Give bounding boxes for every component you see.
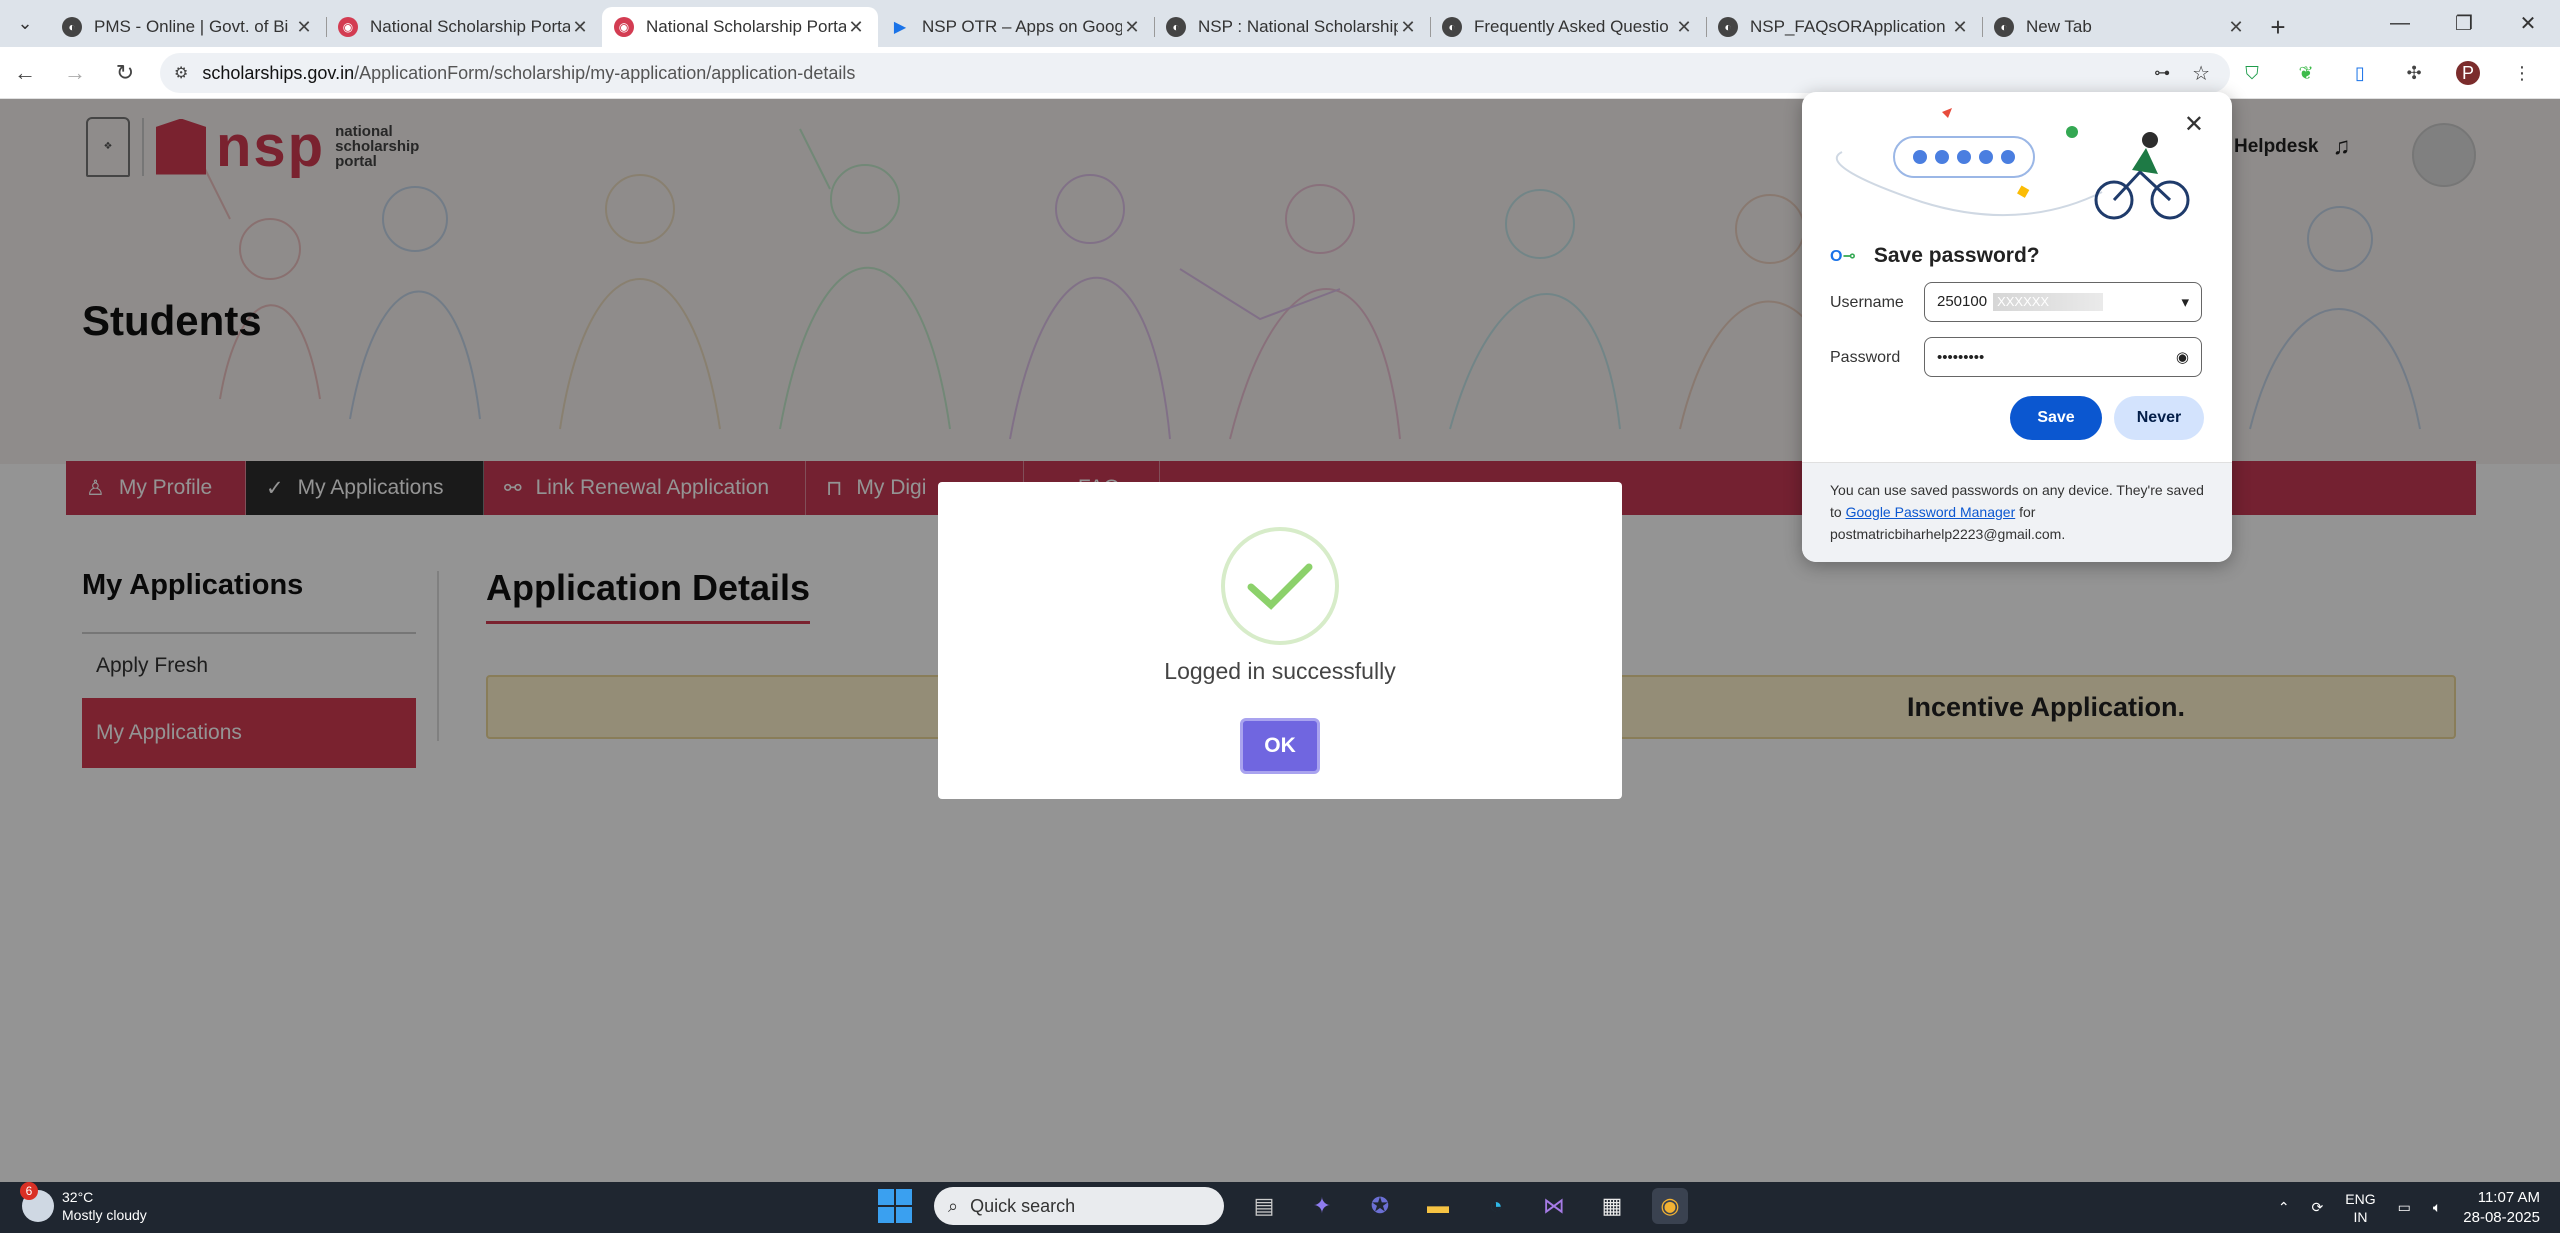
forward-arrow-icon[interactable]: → [50,60,100,86]
close-icon[interactable]: ✕ [1674,17,1694,38]
close-icon[interactable]: ✕ [2226,17,2246,38]
teams-icon[interactable]: ✪ [1362,1188,1398,1224]
language-indicator[interactable]: ENG IN [2345,1190,2375,1226]
close-icon[interactable]: ✕ [846,17,866,38]
minimize-icon[interactable]: — [2368,0,2432,47]
password-manager-link[interactable]: Google Password Manager [1846,504,2016,520]
password-illustration [1835,108,2190,220]
shield-extension-icon[interactable]: ⛉ [2240,61,2264,85]
window-controls: — ❐ ✕ [2368,0,2560,47]
tab-strip: ⌄ ◐ PMS - Online | Govt. of Bi ✕ ◉ Natio… [0,0,2560,47]
never-button[interactable]: Never [2114,396,2204,440]
windows-start-icon[interactable] [878,1189,912,1223]
save-password-button[interactable]: Save [2010,396,2102,440]
dialog-message: Logged in successfully [1164,658,1396,684]
task-view-icon[interactable]: ▤ [1246,1188,1282,1224]
browser-tab[interactable]: ◐ PMS - Online | Govt. of Bi ✕ [50,7,326,47]
globe-icon: ◐ [1442,17,1462,37]
close-icon[interactable]: ✕ [1398,17,1418,38]
browser-tab[interactable]: ◐ NSP : National Scholarship ✕ [1154,7,1430,47]
close-icon[interactable]: ✕ [1122,17,1142,38]
browser-tab[interactable]: ◐ NSP_FAQsORApplication ✕ [1706,7,1982,47]
username-redacted: XXXXXX [1993,293,2104,312]
new-tab-button[interactable]: + [2258,7,2298,47]
edge-icon[interactable]: ◔ [1478,1188,1514,1224]
globe-icon: ◐ [62,17,82,37]
bubble-footer: You can use saved passwords on any devic… [1802,462,2232,562]
system-tray: ⌃ ⟳ ENG IN ▭ 🔈︎ 11:07 AM 28-08-2025 [2278,1182,2540,1233]
browser-tab-active[interactable]: ◉ National Scholarship Porta ✕ [602,7,878,47]
browser-tab[interactable]: ◐ New Tab ✕ [1982,7,2258,47]
password-key-icon[interactable]: ⊶ [2154,63,2170,83]
clock[interactable]: 11:07 AM 28-08-2025 [2463,1188,2540,1228]
nsp-icon: ◉ [338,17,358,37]
reload-icon[interactable]: ↻ [100,60,150,86]
success-dialog: Logged in successfully OK [938,482,1622,799]
cloud-icon: 6 [20,1182,54,1222]
store-icon[interactable]: ▦ [1594,1188,1630,1224]
extensions-area: ⛉ ❦ ▯ ✣ P ⋮ [2240,47,2534,99]
taskbar-apps: ⌕ Quick search ▤ ✦ ✪ ▬ ◔ ⋈ ▦ ◉ [878,1187,1688,1225]
close-window-icon[interactable]: ✕ [2496,0,2560,47]
chevron-down-icon[interactable]: ▾ [2181,293,2189,311]
username-label: Username [1830,294,1904,311]
close-icon[interactable]: ✕ [294,17,314,38]
close-icon[interactable]: ✕ [570,17,590,38]
bubble-title: Save password? [1873,244,2040,267]
browser-tab[interactable]: ◉ National Scholarship Porta ✕ [326,7,602,47]
nsp-icon: ◉ [614,17,634,37]
play-icon: ▶ [893,19,907,36]
chrome-icon: ◐ [1994,17,2014,37]
profile-avatar[interactable]: P [2456,61,2480,85]
copilot-icon[interactable]: ✦ [1304,1188,1340,1224]
tab-search-button[interactable]: ⌄ [0,0,50,47]
username-field[interactable]: 250100 XXXXXX ▾ [1924,282,2202,322]
restore-icon[interactable]: ❐ [2432,0,2496,47]
password-label: Password [1830,349,1901,366]
browser-tab[interactable]: ▶ NSP OTR – Apps on Goog ✕ [878,7,1154,47]
weather-widget[interactable]: 6 32°C Mostly cloudy [20,1182,147,1224]
save-password-bubble: ✕ O⊸ Save password? Username 250100 XXXXX… [1802,92,2232,562]
os-taskbar: 6 32°C Mostly cloudy ⌕ Quick search ▤ ✦ … [0,1182,2560,1233]
google-key-icon: O⊸ [1830,248,1856,265]
puzzle-extension-icon[interactable]: ✣ [2402,61,2426,85]
notification-badge: 6 [20,1182,38,1200]
sync-icon[interactable]: ⟳ [2312,1199,2324,1216]
browser-tab[interactable]: ◐ Frequently Asked Questio ✕ [1430,7,1706,47]
bubble-header: O⊸ Save password? [1830,244,2040,268]
reader-extension-icon[interactable]: ▯ [2348,61,2372,85]
globe-icon: ◐ [1166,17,1186,37]
ok-button[interactable]: OK [1240,718,1320,774]
bookmark-star-icon[interactable]: ☆ [2192,61,2210,86]
close-icon[interactable]: ✕ [1950,17,1970,38]
url-path: /ApplicationForm/scholarship/my-applicat… [354,62,856,83]
leaf-extension-icon[interactable]: ❦ [2294,61,2318,85]
taskbar-search[interactable]: ⌕ Quick search [934,1187,1224,1225]
eye-icon[interactable]: ◉ [2176,348,2189,366]
success-check-icon [1221,527,1339,645]
close-icon[interactable]: ✕ [2184,110,2204,139]
volume-icon[interactable]: 🔈︎ [2433,1199,2441,1216]
visual-studio-icon[interactable]: ⋈ [1536,1188,1572,1224]
password-field[interactable]: ••••••••• ◉ [1924,337,2202,377]
address-bar[interactable]: ⚙ scholarships.gov.in /ApplicationForm/s… [160,53,2230,93]
globe-icon: ◐ [1718,17,1738,37]
chrome-icon[interactable]: ◉ [1652,1188,1688,1224]
back-arrow-icon[interactable]: ← [0,60,50,86]
site-settings-icon[interactable]: ⚙ [174,63,188,83]
file-explorer-icon[interactable]: ▬ [1420,1188,1456,1224]
search-icon: ⌕ [948,1195,959,1216]
url-host: scholarships.gov.in [202,62,355,83]
network-icon[interactable]: ▭ [2398,1199,2411,1216]
menu-kebab-icon[interactable]: ⋮ [2510,61,2534,85]
chevron-up-icon[interactable]: ⌃ [2278,1199,2290,1216]
